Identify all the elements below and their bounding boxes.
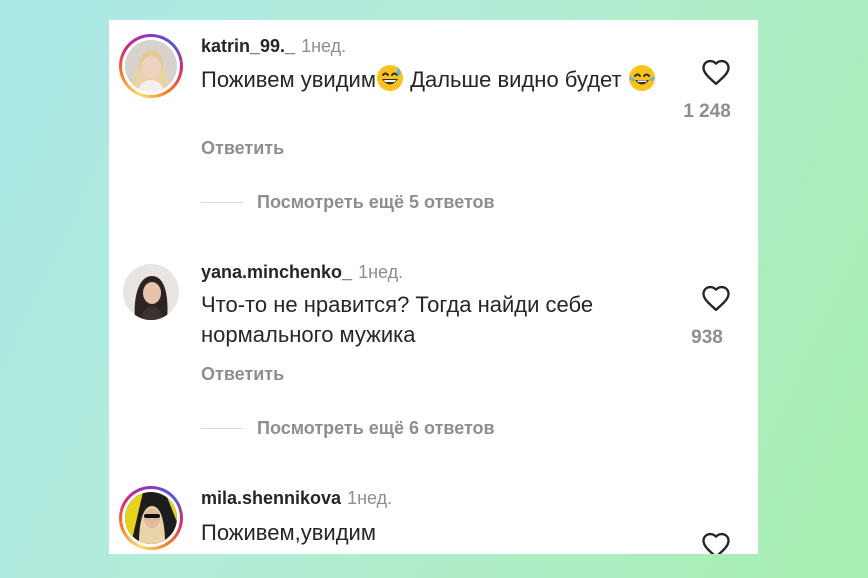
avatar[interactable] [123,264,179,320]
comment-text-part: Дальше видно будет [403,67,628,92]
view-replies-label[interactable]: Посмотреть ещё 6 ответов [257,418,495,439]
comment-header: yana.minchenko_ 1нед. [201,262,403,283]
reply-button[interactable]: Ответить [201,138,284,159]
avatar-photo [123,264,179,320]
replies-divider [201,427,243,429]
view-replies-button[interactable]: Посмотреть ещё 5 ответов [201,190,495,214]
like-count: 1 248 [683,101,731,122]
timestamp: 1нед. [347,488,393,508]
avatar-photo [125,492,177,544]
replies-divider [201,201,243,203]
comment-text: Что-то не нравится? Тогда найди себе нор… [201,292,594,347]
smiling-face-with-sweat-icon [376,64,404,100]
username[interactable]: yana.minchenko_ [201,262,352,282]
avatar[interactable] [125,492,177,544]
avatar-story-ring[interactable] [119,486,183,550]
comment-text: Поживем увидим Дальше видно будет [201,64,671,100]
heart-icon[interactable] [701,58,731,86]
comment-header: katrin_99._ 1нед. [201,36,346,57]
comment-header: mila.shennikova 1нед. [201,488,392,509]
timestamp: 1нед. [301,36,347,56]
avatar-story-ring[interactable] [119,34,183,98]
comments-panel: katrin_99._ 1нед. Поживем увидим Дальше в… [109,20,758,554]
avatar-photo [125,40,177,92]
timestamp: 1нед. [358,262,404,282]
avatar-ring[interactable] [119,260,183,324]
reply-button[interactable]: Ответить [201,364,284,385]
username[interactable]: mila.shennikova [201,488,341,508]
like-count: 938 [691,327,723,348]
heart-icon[interactable] [701,531,731,554]
username[interactable]: katrin_99._ [201,36,295,56]
view-replies-button[interactable]: Посмотреть ещё 6 ответов [201,416,495,440]
face-with-tears-of-joy-icon [628,64,656,100]
avatar[interactable] [125,40,177,92]
comment-text: Поживем,увидим [201,520,376,545]
comment-text-part: Поживем увидим [201,67,376,92]
heart-icon[interactable] [701,284,731,312]
view-replies-label[interactable]: Посмотреть ещё 5 ответов [257,192,495,213]
